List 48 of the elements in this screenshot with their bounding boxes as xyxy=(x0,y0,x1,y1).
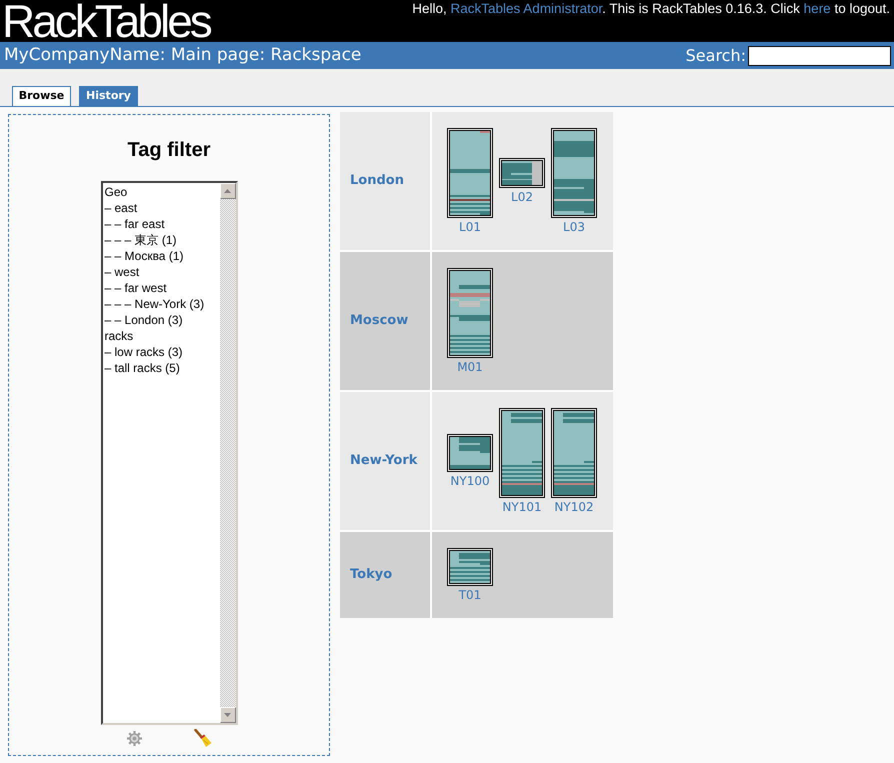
broom-icon[interactable] xyxy=(194,729,212,747)
greeting-link[interactable]: RackTables Administrator xyxy=(450,1,602,16)
search-label: Search: xyxy=(686,44,746,66)
rack-drawing[interactable] xyxy=(447,268,493,358)
tag-option[interactable]: – – – New-York (3) xyxy=(104,296,206,312)
rack-link[interactable]: L03 xyxy=(563,220,585,234)
greeting-link[interactable]: here xyxy=(804,1,831,16)
up-triangle-icon xyxy=(224,189,231,193)
rack-link[interactable]: NY102 xyxy=(554,500,594,514)
tag-option[interactable]: – – – 東京 (1) xyxy=(104,232,179,248)
rack-link[interactable]: L02 xyxy=(511,190,533,204)
tag-option[interactable]: – – Москва (1) xyxy=(104,248,186,264)
tag-filter-title: Tag filter xyxy=(128,138,210,162)
tab[interactable]: Browse xyxy=(12,86,71,106)
rack-drawing[interactable] xyxy=(499,158,545,188)
tag-option[interactable]: Geo xyxy=(104,184,130,200)
breadcrumb-path: MyCompanyName: Main page: Rackspace xyxy=(4,44,362,67)
rack-link[interactable]: T01 xyxy=(458,588,482,602)
rack-drawing[interactable] xyxy=(551,128,597,218)
tag-option[interactable]: racks xyxy=(104,328,136,344)
rack-drawing[interactable] xyxy=(447,128,493,218)
tag-option[interactable]: – tall racks (5) xyxy=(104,360,182,376)
down-triangle-icon xyxy=(224,713,231,717)
app-logo: RackTables xyxy=(1,0,210,42)
tag-option[interactable]: – – London (3) xyxy=(104,312,185,328)
rack-link[interactable]: NY100 xyxy=(450,474,490,488)
tag-option[interactable]: – – far west xyxy=(104,280,169,296)
tag-option[interactable]: – low racks (3) xyxy=(104,344,185,360)
rack-link[interactable]: M01 xyxy=(457,360,483,374)
greeting-text: Hello, RackTables Administrator. This is RackTables 0.16.3. Click here to logout. xyxy=(412,0,891,17)
tag-option[interactable]: – east xyxy=(104,200,140,216)
tag-option[interactable]: – – far east xyxy=(104,216,167,232)
location-link[interactable]: Moscow xyxy=(350,311,408,331)
rack-link[interactable]: NY101 xyxy=(502,500,542,514)
rack-link[interactable]: L01 xyxy=(459,220,481,234)
search-field[interactable] xyxy=(748,46,891,66)
location-link[interactable]: London xyxy=(350,171,404,191)
rack-drawing[interactable] xyxy=(551,408,597,498)
rack-drawing[interactable] xyxy=(499,408,545,498)
tab[interactable]: History xyxy=(79,86,138,106)
scroll-down-button[interactable] xyxy=(220,707,236,723)
tag-option[interactable]: – west xyxy=(104,264,142,280)
location-link[interactable]: Tokyo xyxy=(350,565,392,585)
rack-drawing[interactable] xyxy=(447,548,493,586)
tag-listbox[interactable]: Geo – east – – far east – – – 東京 (1) – – Москва (1) – west – – far west – – – New-York (3) – – London (3) racks – low racks (3) – tall racks (5) xyxy=(100,181,238,725)
location-link[interactable]: New-York xyxy=(350,451,418,471)
scroll-up-button[interactable] xyxy=(220,183,236,199)
rack-drawing[interactable] xyxy=(447,434,493,472)
